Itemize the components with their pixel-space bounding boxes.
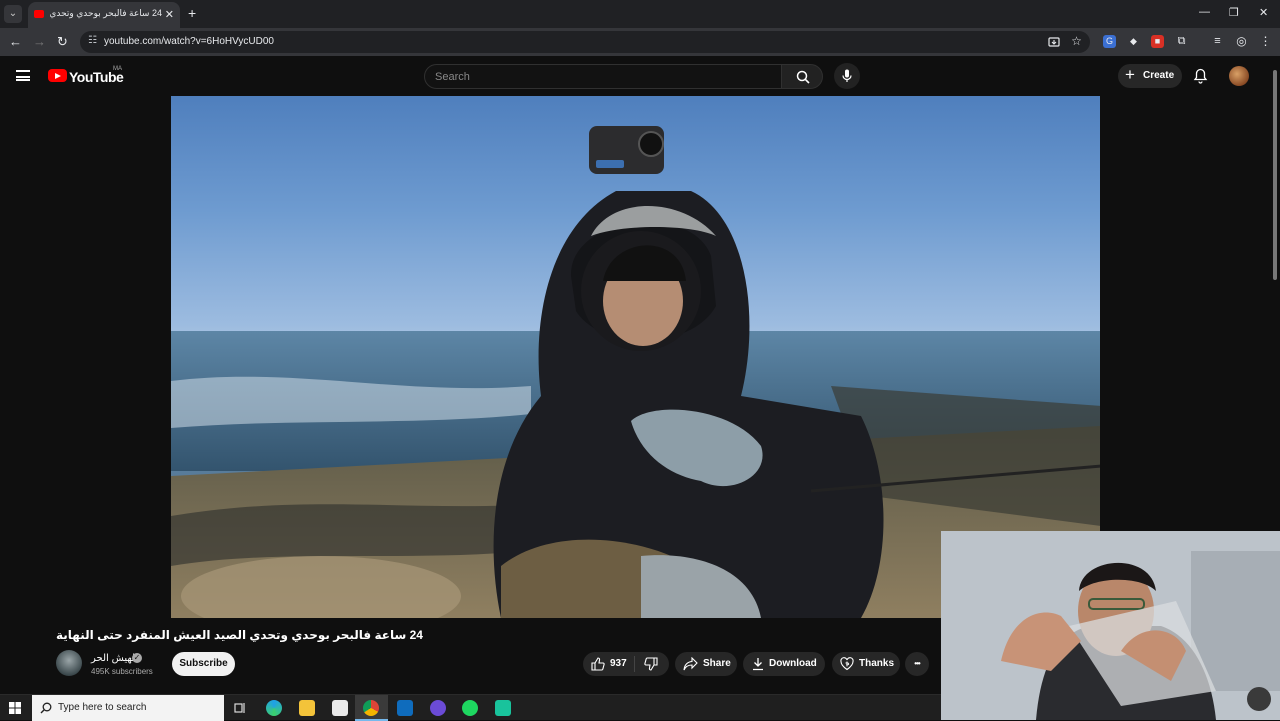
subscribe-button[interactable]: Subscribe — [172, 652, 235, 676]
download-button[interactable]: Download — [743, 652, 825, 676]
share-button[interactable]: Share — [675, 652, 737, 676]
thumbs-down-icon[interactable] — [644, 657, 658, 671]
thanks-heart-icon — [840, 657, 854, 671]
browser-tab-active[interactable]: 24 ساعة فالبحر بوحدي وتحدي الصيد العيش ا… — [28, 2, 180, 28]
extension-diamond-icon[interactable]: ◆ — [1127, 35, 1140, 48]
tab-search-dropdown-icon[interactable]: ⌄ — [4, 5, 22, 23]
media-controls-icon[interactable]: ≡ — [1211, 35, 1224, 48]
search-icon — [796, 70, 810, 84]
task-view-icon[interactable] — [232, 700, 248, 716]
download-icon — [753, 658, 763, 671]
close-window-button[interactable]: ✕ — [1259, 6, 1268, 19]
scrollbar-thumb[interactable] — [1273, 70, 1277, 280]
windows-taskbar: Type here to search — [0, 694, 941, 721]
channel-avatar[interactable] — [56, 650, 82, 676]
like-dislike-group: 937 — [583, 652, 669, 676]
taskbar-search-icon — [40, 702, 52, 714]
subscriber-count: 495K subscribers — [91, 667, 153, 676]
share-arrow-icon — [683, 657, 698, 671]
extension-red-icon[interactable]: ■ — [1151, 35, 1164, 48]
channel-name[interactable]: الهيش الحر — [91, 653, 138, 664]
plus-icon: + — [1125, 65, 1135, 84]
verified-badge-icon: ✓ — [132, 653, 142, 663]
outlook-icon[interactable] — [397, 700, 413, 716]
extensions-puzzle-icon[interactable]: ⧉ — [1175, 35, 1188, 48]
share-label: Share — [703, 658, 731, 669]
chrome-taskbar-active[interactable] — [355, 695, 388, 721]
browser-menu-icon[interactable]: ⋮ — [1259, 35, 1272, 48]
thumbs-up-icon — [591, 657, 605, 671]
notifications-bell-icon[interactable] — [1193, 68, 1208, 84]
new-tab-button[interactable]: + — [188, 5, 196, 21]
country-code: MA — [113, 66, 122, 72]
profile-icon[interactable]: ◎ — [1235, 35, 1248, 48]
microsoft-store-icon[interactable] — [332, 700, 348, 716]
create-label: Create — [1143, 70, 1175, 81]
address-bar[interactable]: ☷ youtube.com/watch?v=6HoHVycUD00 — [80, 31, 1090, 53]
install-app-icon[interactable] — [1048, 36, 1060, 48]
search-button[interactable] — [781, 64, 823, 89]
bookmark-star-icon[interactable]: ☆ — [1070, 35, 1083, 48]
video-title: 24 ساعة فالبحر بوحدي وتحدي الصيد العيش ا… — [56, 628, 423, 642]
browser-tab-title: 24 ساعة فالبحر بوحدي وتحدي الصيد العيش ا… — [50, 8, 162, 18]
edge-browser-icon[interactable] — [266, 700, 282, 716]
search-box[interactable] — [424, 64, 782, 89]
tab-close-icon[interactable]: ✕ — [165, 8, 174, 21]
youtube-masthead: YouTube MA + Create — [0, 56, 1270, 96]
forward-arrow-icon[interactable]: → — [33, 34, 46, 49]
youtube-logo-icon[interactable] — [48, 69, 67, 82]
account-avatar[interactable] — [1229, 66, 1249, 86]
more-actions-button[interactable]: ••• — [905, 652, 929, 676]
windows-start-icon[interactable] — [9, 702, 21, 714]
microphone-icon — [842, 69, 852, 82]
create-button[interactable]: + Create — [1118, 64, 1182, 88]
thanks-label: Thanks — [859, 658, 895, 669]
like-button[interactable]: 937 — [583, 652, 634, 676]
reload-icon[interactable]: ↻ — [57, 34, 68, 50]
site-info-icon[interactable]: ☷ — [88, 35, 97, 46]
webcam-person-drinking — [941, 531, 1280, 720]
like-divider — [634, 656, 635, 672]
app-green-icon[interactable] — [495, 700, 511, 716]
minimize-window-button[interactable]: — — [1199, 6, 1210, 18]
browser-tab-strip: ⌄ 24 ساعة فالبحر بوحدي وتحدي الصيد العيش… — [0, 0, 1280, 28]
address-bar-url[interactable]: youtube.com/watch?v=6HoHVycUD00 — [104, 36, 274, 47]
taskbar-search-placeholder: Type here to search — [58, 702, 147, 713]
back-arrow-icon[interactable]: ← — [9, 34, 22, 49]
guide-menu-icon[interactable] — [16, 70, 30, 81]
thanks-button[interactable]: Thanks — [832, 652, 900, 676]
taskbar-search-box[interactable]: Type here to search — [32, 695, 224, 721]
voice-search-button[interactable] — [834, 63, 860, 89]
file-explorer-icon[interactable] — [299, 700, 315, 716]
streamer-webcam-overlay — [941, 531, 1280, 720]
like-count: 937 — [610, 658, 627, 669]
search-input[interactable] — [435, 69, 765, 85]
youtube-favicon-icon — [34, 10, 44, 18]
browser-toolbar: ← → ↻ ☷ youtube.com/watch?v=6HoHVycUD00 … — [0, 28, 1280, 56]
chrome-icon — [363, 700, 379, 716]
spotify-icon[interactable] — [462, 700, 478, 716]
messenger-icon[interactable] — [430, 700, 446, 716]
download-label: Download — [769, 658, 817, 669]
translate-extension-icon[interactable]: G — [1103, 35, 1116, 48]
restore-window-button[interactable]: ❐ — [1229, 6, 1239, 19]
